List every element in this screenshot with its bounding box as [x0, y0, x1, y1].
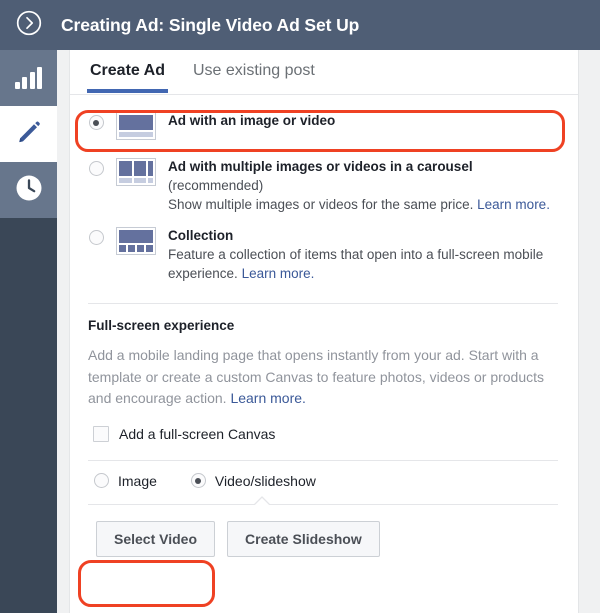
left-rail	[0, 50, 57, 613]
facebook-ads-create-ad-window: Creating Ad: Single Video Ad Set Up	[0, 0, 600, 613]
format-option-collection-thumb-cell	[116, 226, 168, 255]
fullscreen-body-text: Add a mobile landing page that opens ins…	[88, 347, 544, 406]
sidebar-item-analytics[interactable]	[0, 50, 57, 106]
tab-bar: Create Ad Use existing post	[70, 50, 578, 95]
right-gutter	[578, 50, 600, 613]
clock-icon	[14, 173, 44, 208]
format-option-collection-desc-text: Feature a collection of items that open …	[168, 247, 543, 281]
radio-ad-with-multiple-images[interactable]	[89, 161, 104, 176]
window-header: Creating Ad: Single Video Ad Set Up	[0, 0, 600, 50]
radio-image[interactable]	[94, 473, 109, 488]
format-option-single-radio-cell	[76, 111, 116, 130]
single-media-thumbnail-icon	[116, 112, 156, 140]
checkbox-add-full-screen-canvas[interactable]	[93, 426, 109, 442]
carousel-learn-more-link[interactable]: Learn more.	[477, 197, 550, 212]
tab-create-ad-label: Create Ad	[90, 62, 165, 79]
media-type-radio-group: Image Video/slideshow	[70, 461, 578, 489]
sidebar-item-history[interactable]	[0, 162, 57, 218]
sidebar-item-create[interactable]	[0, 106, 57, 162]
radio-ad-with-image-or-video[interactable]	[89, 115, 104, 130]
ad-format-options: Ad with an image or video Ad with multip…	[70, 95, 578, 289]
format-option-collection-text: Collection Feature a collection of items…	[168, 226, 558, 283]
checkbox-add-full-screen-canvas-label: Add a full-screen Canvas	[119, 426, 275, 442]
caret-up-icon	[252, 494, 272, 505]
page-title: Creating Ad: Single Video Ad Set Up	[61, 15, 359, 36]
format-option-single-title: Ad with an image or video	[168, 111, 558, 130]
radio-video-slideshow[interactable]	[191, 473, 206, 488]
bar-chart-icon	[15, 67, 43, 89]
fullscreen-learn-more-link[interactable]: Learn more.	[230, 390, 305, 406]
format-option-carousel-desc-text: Show multiple images or videos for the s…	[168, 197, 473, 212]
format-option-single[interactable]: Ad with an image or video	[76, 105, 558, 151]
radio-collection[interactable]	[89, 230, 104, 245]
select-video-button[interactable]: Select Video	[96, 521, 215, 557]
format-option-carousel[interactable]: Ad with multiple images or videos in a c…	[76, 151, 558, 220]
tab-use-existing-post-label: Use existing post	[193, 62, 315, 79]
format-option-single-thumb-cell	[116, 111, 168, 140]
media-action-buttons: Select Video Create Slideshow	[70, 505, 578, 557]
section-divider-media	[88, 504, 558, 505]
format-option-collection-title: Collection	[168, 226, 558, 245]
collection-media-thumbnail-icon	[116, 227, 156, 255]
format-option-collection[interactable]: Collection Feature a collection of items…	[76, 220, 558, 289]
format-option-carousel-radio-cell	[76, 157, 116, 176]
format-option-single-text: Ad with an image or video	[168, 111, 558, 130]
rail-gutter	[57, 50, 70, 613]
format-option-carousel-text: Ad with multiple images or videos in a c…	[168, 157, 558, 214]
circle-chevron-right-icon	[16, 10, 42, 41]
format-option-carousel-subtitle: (recommended)	[168, 176, 558, 195]
format-option-carousel-description: Show multiple images or videos for the s…	[168, 195, 558, 214]
content-panel: Create Ad Use existing post	[70, 50, 578, 613]
format-option-collection-radio-cell	[76, 226, 116, 245]
format-option-carousel-thumb-cell	[116, 157, 168, 186]
collection-learn-more-link[interactable]: Learn more.	[242, 266, 315, 281]
create-slideshow-button[interactable]: Create Slideshow	[227, 521, 380, 557]
fullscreen-experience-section: Full-screen experience Add a mobile land…	[70, 304, 578, 442]
tab-create-ad[interactable]: Create Ad	[88, 52, 167, 92]
tab-use-existing-post[interactable]: Use existing post	[191, 52, 317, 92]
format-option-carousel-title: Ad with multiple images or videos in a c…	[168, 157, 558, 176]
fullscreen-section-body: Add a mobile landing page that opens ins…	[88, 345, 554, 410]
radio-image-label[interactable]: Image	[118, 473, 157, 489]
pencil-icon	[16, 119, 42, 150]
radio-video-slideshow-label[interactable]: Video/slideshow	[215, 473, 316, 489]
carousel-media-thumbnail-icon	[116, 158, 156, 186]
format-option-collection-description: Feature a collection of items that open …	[168, 245, 558, 283]
add-canvas-checkbox-row[interactable]: Add a full-screen Canvas	[88, 426, 554, 442]
back-button[interactable]	[0, 0, 58, 50]
fullscreen-section-title: Full-screen experience	[88, 318, 554, 333]
